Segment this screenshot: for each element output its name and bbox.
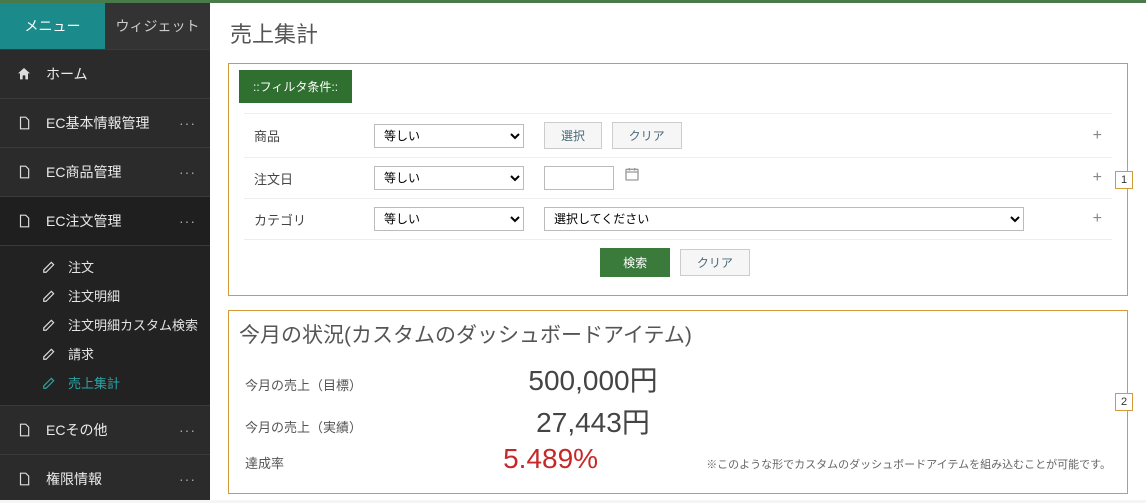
sidebar-item-ec-product[interactable]: EC商品管理 ··· (0, 147, 210, 196)
main-content: 売上集計 1 ::フィルタ条件:: 商品 等しい 選択 クリア + (210, 3, 1146, 500)
dash-label: 今月の売上（実績） (245, 417, 395, 436)
search-button[interactable]: 検索 (600, 248, 670, 277)
document-icon (14, 115, 34, 131)
edit-icon (42, 260, 60, 274)
sub-item-billing[interactable]: 請求 (0, 339, 210, 368)
filter-label: 注文日 (244, 158, 364, 199)
tab-menu[interactable]: メニュー (0, 3, 105, 49)
add-filter-button[interactable]: + (1082, 114, 1112, 158)
ellipsis-icon: ··· (179, 164, 196, 180)
dashboard-panel: 2 今月の状況(カスタムのダッシュボードアイテム) 今月の売上（目標） 500,… (228, 310, 1128, 494)
category-select[interactable]: 選択してください (544, 207, 1024, 231)
dash-label: 達成率 (245, 453, 395, 472)
dash-row-actual: 今月の売上（実績） 27,443円 (245, 401, 1111, 441)
edit-icon (42, 376, 60, 390)
document-icon (14, 422, 34, 438)
sidebar-item-ec-other[interactable]: ECその他 ··· (0, 405, 210, 454)
tab-widget[interactable]: ウィジェット (105, 3, 210, 49)
sub-item-label: 注文明細カスタム検索 (68, 315, 198, 334)
dash-row-rate: 達成率 5.489% ※このような形でカスタムのダッシュボードアイテムを組み込む… (245, 443, 1111, 475)
sub-item-label: 請求 (68, 344, 94, 363)
select-button[interactable]: 選択 (544, 122, 602, 149)
sidebar-item-label: EC商品管理 (46, 162, 121, 182)
dashboard-body: 今月の売上（目標） 500,000円 今月の売上（実績） 27,443円 達成率… (229, 359, 1127, 487)
edit-icon (42, 289, 60, 303)
sub-item-label: 注文明細 (68, 286, 120, 305)
operator-select-date[interactable]: 等しい (374, 166, 524, 190)
sidebar-item-label: ホーム (46, 64, 88, 84)
sub-item-label: 注文 (68, 257, 94, 276)
filter-panel: 1 ::フィルタ条件:: 商品 等しい 選択 クリア + (228, 63, 1128, 296)
home-icon (14, 66, 34, 82)
calendar-icon[interactable] (624, 166, 640, 182)
filter-label: カテゴリ (244, 199, 364, 240)
sidebar-item-label: ECその他 (46, 420, 107, 440)
panel-badge-1: 1 (1115, 171, 1133, 189)
edit-icon (42, 318, 60, 332)
sub-item-sales-summary[interactable]: 売上集計 (0, 368, 210, 397)
clear-button[interactable]: クリア (612, 122, 682, 149)
edit-icon (42, 347, 60, 361)
filter-row-product: 商品 等しい 選択 クリア + (244, 114, 1112, 158)
operator-select-product[interactable]: 等しい (374, 124, 524, 148)
date-input[interactable] (544, 166, 614, 190)
sidebar-item-permissions[interactable]: 権限情報 ··· (0, 454, 210, 503)
sidebar-item-ec-order[interactable]: EC注文管理 ··· (0, 196, 210, 245)
filter-table: 商品 等しい 選択 クリア + 注文日 (244, 113, 1112, 285)
ellipsis-icon: ··· (179, 471, 196, 487)
sidebar-tabs: メニュー ウィジェット (0, 3, 210, 49)
sub-item-order-detail[interactable]: 注文明細 (0, 281, 210, 310)
dashboard-note: ※このような形でカスタムのダッシュボードアイテムを組み込むことが可能です。 (706, 444, 1111, 472)
filter-heading: ::フィルタ条件:: (239, 70, 352, 103)
sub-item-order-custom[interactable]: 注文明細カスタム検索 (0, 310, 210, 339)
dash-value-rate: 5.489% (395, 443, 706, 475)
page-title: 売上集計 (230, 17, 1128, 49)
clear-all-button[interactable]: クリア (680, 249, 750, 276)
ellipsis-icon: ··· (179, 422, 196, 438)
document-icon (14, 164, 34, 180)
sidebar-item-label: EC注文管理 (46, 211, 121, 231)
operator-select-category[interactable]: 等しい (374, 207, 524, 231)
document-icon (14, 213, 34, 229)
add-filter-button[interactable]: + (1082, 199, 1112, 240)
sidebar-item-ec-basic[interactable]: EC基本情報管理 ··· (0, 98, 210, 147)
sidebar-item-label: EC基本情報管理 (46, 113, 149, 133)
dashboard-title: 今月の状況(カスタムのダッシュボードアイテム) (229, 311, 1127, 359)
sidebar-menu: ホーム EC基本情報管理 ··· EC商品管理 ··· EC注 (0, 49, 210, 503)
document-icon (14, 471, 34, 487)
dash-label: 今月の売上（目標） (245, 375, 395, 394)
sidebar-item-home[interactable]: ホーム (0, 49, 210, 98)
sidebar-item-label: 権限情報 (46, 469, 102, 489)
filter-label: 商品 (244, 114, 364, 158)
sub-item-label: 売上集計 (68, 373, 120, 392)
dash-value-target: 500,000円 (395, 359, 791, 399)
sidebar: メニュー ウィジェット ホーム EC基本情報管理 ··· E (0, 3, 210, 500)
filter-row-date: 注文日 等しい + (244, 158, 1112, 199)
add-filter-button[interactable]: + (1082, 158, 1112, 199)
panel-badge-2: 2 (1115, 393, 1133, 411)
dash-value-actual: 27,443円 (395, 401, 791, 441)
submenu-ec-order: 注文 注文明細 注文明細カスタム検索 請求 売上集計 (0, 245, 210, 405)
dash-row-target: 今月の売上（目標） 500,000円 (245, 359, 1111, 399)
sub-item-order[interactable]: 注文 (0, 252, 210, 281)
ellipsis-icon: ··· (179, 213, 196, 229)
ellipsis-icon: ··· (179, 115, 196, 131)
filter-row-category: カテゴリ 等しい 選択してください + (244, 199, 1112, 240)
